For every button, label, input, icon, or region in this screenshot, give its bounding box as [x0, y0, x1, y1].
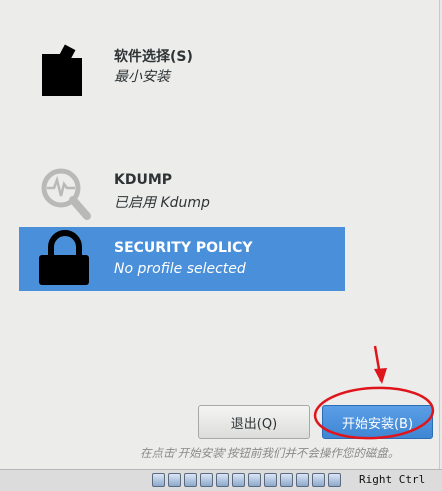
network-icon[interactable] — [200, 473, 213, 487]
spoke-status: 已启用 Kdump — [114, 195, 210, 211]
arrow-down-icon[interactable] — [328, 473, 341, 487]
usb-icon[interactable] — [216, 473, 229, 487]
spoke-security-policy[interactable]: SECURITY POLICY No profile selected — [19, 227, 345, 291]
shared-folder-icon[interactable] — [248, 473, 261, 487]
lock-icon — [39, 230, 89, 285]
begin-installation-button[interactable]: 开始安装(B) — [322, 405, 433, 439]
disk-warning-hint: 在点击'开始安装'按钮前我们并不会操作您的磁盘。 — [140, 446, 400, 460]
pencil-icon[interactable] — [232, 473, 245, 487]
package-icon — [42, 44, 82, 96]
spoke-title: SECURITY POLICY — [114, 240, 253, 256]
video-capture-icon[interactable] — [280, 473, 293, 487]
cpu-icon[interactable] — [296, 473, 309, 487]
magnifier-icon — [41, 168, 91, 220]
display-icon[interactable] — [264, 473, 277, 487]
audio-icon[interactable] — [184, 473, 197, 487]
installer-window: 软件选择(S) 最小安装 KDUMP 已启用 Kdump SECURITY PO… — [0, 0, 440, 469]
spoke-status: No profile selected — [114, 261, 246, 277]
hard-disk-icon[interactable] — [152, 473, 165, 487]
host-key-label: Right Ctrl — [359, 473, 426, 486]
mouse-icon[interactable] — [312, 473, 325, 487]
spoke-title: KDUMP — [114, 172, 173, 188]
spoke-software-selection[interactable]: 软件选择(S) 最小安装 — [19, 40, 345, 104]
device-tray — [152, 473, 341, 487]
spoke-status: 最小安装 — [114, 69, 170, 85]
spoke-kdump[interactable]: KDUMP 已启用 Kdump — [19, 166, 345, 230]
spoke-title: 软件选择(S) — [114, 49, 193, 65]
quit-button[interactable]: 退出(Q) — [198, 405, 310, 439]
optical-drive-icon[interactable] — [168, 473, 181, 487]
vm-status-bar: Right Ctrl — [0, 469, 442, 491]
